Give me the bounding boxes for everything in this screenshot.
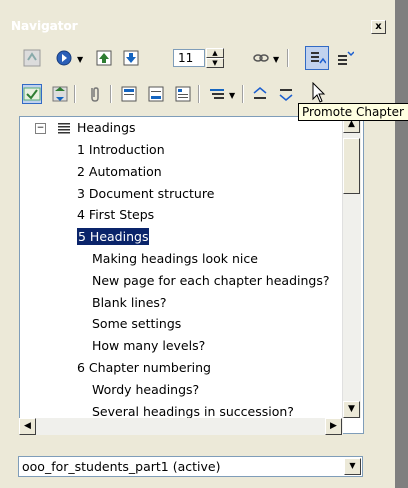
- toolbar-separator: [287, 49, 289, 67]
- tree-item[interactable]: Wordy headings?: [92, 380, 199, 400]
- anchor-button[interactable]: [173, 84, 193, 104]
- tree-item[interactable]: Some settings: [92, 314, 181, 334]
- tree-item-label: Several headings in succession?: [92, 403, 294, 419]
- tree-item-label: New page for each chapter headings?: [92, 272, 330, 288]
- scroll-down-button[interactable]: ▼: [343, 401, 360, 418]
- tree-item-label: Blank lines?: [92, 294, 167, 310]
- chevron-down-icon[interactable]: ▼: [344, 458, 361, 475]
- heading-levels-icon: [210, 89, 224, 99]
- navigator-tree[interactable]: − Headings 1 Introduction 2 Automation 3 D…: [19, 116, 364, 434]
- promote-chapter-button[interactable]: [250, 84, 270, 104]
- link-icon: [253, 54, 269, 62]
- previous-object-icon: [96, 50, 112, 66]
- spin-down-button[interactable]: ▼: [206, 58, 224, 68]
- tooltip: Promote Chapter: [298, 103, 408, 121]
- heading-level-value: 11: [178, 51, 194, 65]
- vertical-scrollbar[interactable]: ▲ ▼: [342, 116, 361, 418]
- promote-chapter-icon: [253, 87, 267, 99]
- tree-item-label: 6 Chapter numbering: [77, 360, 211, 375]
- tooltip-text: Promote Chapter: [302, 105, 404, 119]
- collapse-toggle-icon[interactable]: −: [35, 123, 46, 134]
- navigation-circle-icon: [56, 50, 72, 66]
- footer-icon: [148, 86, 164, 102]
- tree-item[interactable]: 3 Document structure: [77, 184, 214, 204]
- tree-item[interactable]: Blank lines?: [92, 293, 167, 313]
- reminder-button[interactable]: [85, 84, 105, 104]
- tree-item-label: How many levels?: [92, 338, 206, 354]
- scroll-thumb[interactable]: [343, 138, 360, 194]
- spin-buttons: ▲ ▼: [206, 48, 224, 68]
- heading-level-spin-field[interactable]: 11: [173, 49, 205, 67]
- anchor-icon: [175, 86, 191, 102]
- demote-chapter-button[interactable]: [276, 84, 296, 104]
- navigator-titlebar: Navigator x: [0, 0, 395, 40]
- document-select[interactable]: ooo_for_students_part1 (active) ▼: [18, 456, 363, 477]
- spin-up-button[interactable]: ▲: [206, 48, 224, 58]
- navigation-toggle-button[interactable]: [22, 48, 42, 68]
- tree-item-label: 2 Automation: [77, 163, 162, 179]
- list-box-toggle-button[interactable]: [22, 84, 42, 104]
- header-button[interactable]: [119, 84, 139, 104]
- next-object-button[interactable]: [121, 48, 141, 68]
- toolbar-separator: [110, 85, 112, 103]
- list-box-toggle-icon: [23, 87, 41, 101]
- tree-item[interactable]: 5 Headings: [77, 227, 150, 247]
- heading-levels-button[interactable]: [207, 84, 227, 104]
- toolbar-separator: [198, 85, 200, 103]
- dropdown-arrow-icon[interactable]: ▼: [77, 55, 83, 64]
- tree-item[interactable]: 1 Introduction: [77, 140, 165, 160]
- tree-item-label: 1 Introduction: [77, 142, 165, 157]
- mouse-pointer-icon: [312, 82, 326, 103]
- tree-item-label: Making headings look nice: [92, 251, 258, 266]
- demote-level-button[interactable]: [335, 48, 355, 68]
- dropdown-arrow-icon[interactable]: ▼: [229, 91, 235, 100]
- promote-level-button[interactable]: [305, 46, 329, 70]
- window-title: Navigator: [11, 19, 78, 33]
- close-icon: x: [375, 21, 382, 32]
- tree-item[interactable]: 2 Automation: [77, 162, 162, 182]
- footer-button[interactable]: [146, 84, 166, 104]
- tree-item-label: Some settings: [92, 316, 182, 332]
- horizontal-scrollbar[interactable]: ◀ ▶: [19, 418, 343, 435]
- toolbar-separator: [242, 85, 244, 103]
- next-object-icon: [123, 50, 139, 66]
- dropdown-arrow-icon[interactable]: ▼: [273, 55, 279, 64]
- tree-item-label: 3 Document structure: [77, 185, 215, 201]
- headings-category-icon: [58, 123, 70, 134]
- tree-item-label: 4 First Steps: [77, 207, 155, 223]
- link-button[interactable]: [251, 48, 271, 68]
- navigation-toggle-icon: [23, 49, 41, 67]
- content-view-button[interactable]: [50, 84, 70, 104]
- close-button[interactable]: x: [371, 20, 386, 34]
- reminder-icon: [91, 87, 99, 102]
- tree-item-label: 5 Headings: [77, 228, 150, 246]
- header-icon: [121, 86, 137, 102]
- demote-chapter-icon: [279, 89, 293, 101]
- background-area: [395, 0, 408, 488]
- toolbar-separator: [74, 85, 76, 103]
- tree-item[interactable]: How many levels?: [92, 336, 205, 356]
- promote-level-icon: [311, 52, 326, 64]
- tree-item[interactable]: New page for each chapter headings?: [92, 271, 330, 291]
- scroll-left-button[interactable]: ◀: [19, 418, 36, 435]
- tree-item[interactable]: 6 Chapter numbering: [77, 358, 211, 378]
- scroll-right-button[interactable]: ▶: [325, 418, 342, 435]
- demote-level-icon: [338, 51, 354, 65]
- document-select-value: ooo_for_students_part1 (active): [22, 459, 221, 474]
- root-label-text: Headings: [77, 120, 136, 135]
- navigation-button[interactable]: [54, 48, 74, 68]
- previous-object-button[interactable]: [94, 48, 114, 68]
- tree-item-label: Wordy headings?: [92, 381, 200, 397]
- tree-item[interactable]: Making headings look nice: [92, 249, 258, 269]
- content-view-icon: [52, 86, 68, 102]
- tree-item[interactable]: 4 First Steps: [77, 205, 154, 225]
- tree-root-label[interactable]: Headings: [77, 118, 136, 138]
